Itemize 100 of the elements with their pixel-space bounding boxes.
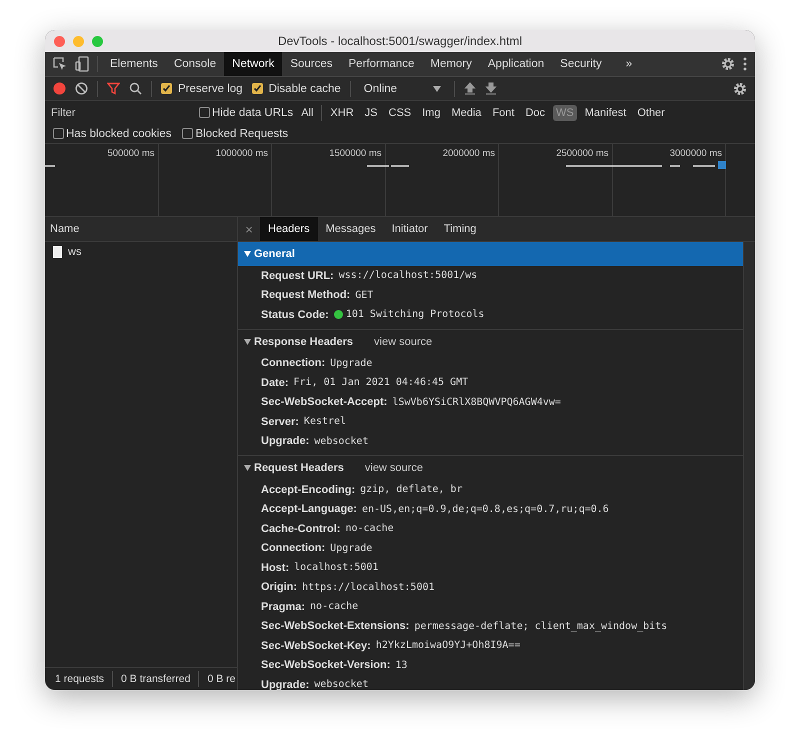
header-name: Accept-Encoding: [261,484,356,496]
panel-tab[interactable]: Sources [282,52,341,76]
header-name: Upgrade: [261,435,310,448]
header-name: Sec-WebSocket-Accept: [261,396,388,408]
column-header[interactable]: Name [45,217,237,242]
header-name: Origin: [261,581,298,594]
header-value: h2YkzLmoiwaO9YJ+Oh8I9A== [376,640,520,652]
header-value: en-US,en;q=0.9,de;q=0.8,es;q=0.7,ru;q=0.6 [362,504,609,515]
window-title: DevTools - localhost:5001/swagger/index.html [278,34,522,48]
search-icon[interactable] [129,82,142,95]
header-name: Pragma: [261,600,306,613]
detail-tab[interactable]: Initiator [384,217,436,241]
timeline-tick-label: 3000000 ms [670,148,722,159]
checkbox[interactable] [252,83,263,94]
close-button[interactable]: × [238,217,260,241]
caret-icon [433,86,442,92]
detail-tab[interactable]: Messages [318,217,384,241]
type-filter-button[interactable]: JS [362,104,380,120]
header-name: Cache-Control: [261,522,340,535]
header-value: 13 [395,660,408,671]
timeline-tick-label: 1000000 ms [216,148,268,159]
header-name: Connection: [261,357,326,370]
status-text: 0 B transferred [121,673,190,685]
section-header[interactable]: General [238,242,743,266]
checkbox[interactable] [53,128,64,139]
type-filter-button[interactable]: Media [448,104,484,120]
settings-icon[interactable] [733,82,747,96]
type-filter-button[interactable]: Img [419,104,444,120]
settings-icon[interactable] [721,57,735,71]
detail-tab[interactable]: Timing [436,217,484,241]
timeline-tick-label: 2500000 ms [556,148,608,159]
header-value: GET [355,290,374,301]
header-value: Kestrel [304,416,346,428]
header-value: gzip, deflate, br [360,484,462,496]
clear-icon[interactable] [75,82,88,95]
panel-tab[interactable]: Network [224,52,282,76]
header-value: no-cache [345,523,394,534]
header-value: Upgrade [330,358,372,369]
checkbox[interactable] [161,83,172,94]
inspect-element-icon[interactable] [53,57,67,71]
section-title: Request Headers [254,462,344,474]
panel-tab[interactable]: Performance [340,52,422,76]
checkbox[interactable] [199,107,210,118]
triangle-icon[interactable] [244,338,251,344]
more-options-icon[interactable] [743,57,747,71]
status-text: 1 requests [55,673,104,685]
header-name: Accept-Language: [261,503,357,516]
timeline-tick-label: 1500000 ms [329,148,382,159]
header-value: 101 Switching Protocols [346,309,484,320]
type-filter-button[interactable]: All [298,104,316,120]
type-filter-button[interactable]: XHR [327,104,357,120]
type-filter-button[interactable]: Manifest [582,104,630,120]
filter-icon[interactable] [107,82,120,95]
panel-tab[interactable]: Elements [102,52,166,76]
type-filter-button[interactable]: Doc [522,104,548,120]
more-tabs-button[interactable]: » [620,52,638,76]
triangle-icon[interactable] [244,251,251,257]
scrollbar[interactable] [743,242,755,690]
panel-tab[interactable]: Console [166,52,224,76]
header-name: Upgrade: [261,678,310,690]
detail-tab[interactable]: Headers [260,217,318,241]
section-header[interactable]: Response Headers view source [238,330,743,354]
header-value: https://localhost:5001 [302,582,435,593]
section-title: General [254,248,295,260]
header-name: Sec-WebSocket-Version: [261,659,390,672]
checkbox-label: Preserve log [178,82,243,94]
panel-tab[interactable]: Application [480,52,552,76]
request-row[interactable]: ws [45,242,237,262]
panel-tab[interactable]: Security [552,52,610,76]
type-filter-button[interactable]: Font [489,104,518,120]
header-name: Request URL: [261,270,334,282]
upload-icon[interactable] [464,82,476,95]
panel-tab[interactable]: Memory [422,52,480,76]
header-value: Upgrade [330,542,372,554]
header-value: websocket [314,679,368,690]
checkbox-label: Hide data URLs [212,106,294,118]
checkbox[interactable] [182,128,194,139]
checkbox-label: Has blocked cookies [66,128,172,140]
header-value: no-cache [310,601,358,612]
triangle-icon[interactable] [244,465,251,471]
download-icon[interactable] [485,82,498,95]
header-name: Date: [261,376,289,389]
section-header[interactable]: Request Headers view source [238,456,743,480]
type-filter-button[interactable]: Other [634,104,668,120]
header-name: Connection: [261,542,326,554]
header-name: Server: [261,416,299,428]
status-text: 0 B re [207,673,236,685]
timeline-tick-label: 500000 ms [107,148,154,159]
device-toolbar-icon[interactable] [75,56,89,72]
header-value: lSwVb6YSiCRlX8BQWVPQ6AGW4vw= [392,396,561,408]
view-source-link[interactable]: view source [364,462,423,474]
header-value: websocket [314,436,368,447]
type-filter-button[interactable]: CSS [386,104,414,120]
header-name: Sec-WebSocket-Extensions: [261,620,410,632]
file-icon [53,246,62,258]
throttling-dropdown[interactable]: Online [360,82,446,94]
header-name: Host: [261,562,290,574]
view-source-link[interactable]: view source [374,336,432,348]
record-icon[interactable] [53,82,66,95]
header-name: Status Code: [261,308,329,321]
